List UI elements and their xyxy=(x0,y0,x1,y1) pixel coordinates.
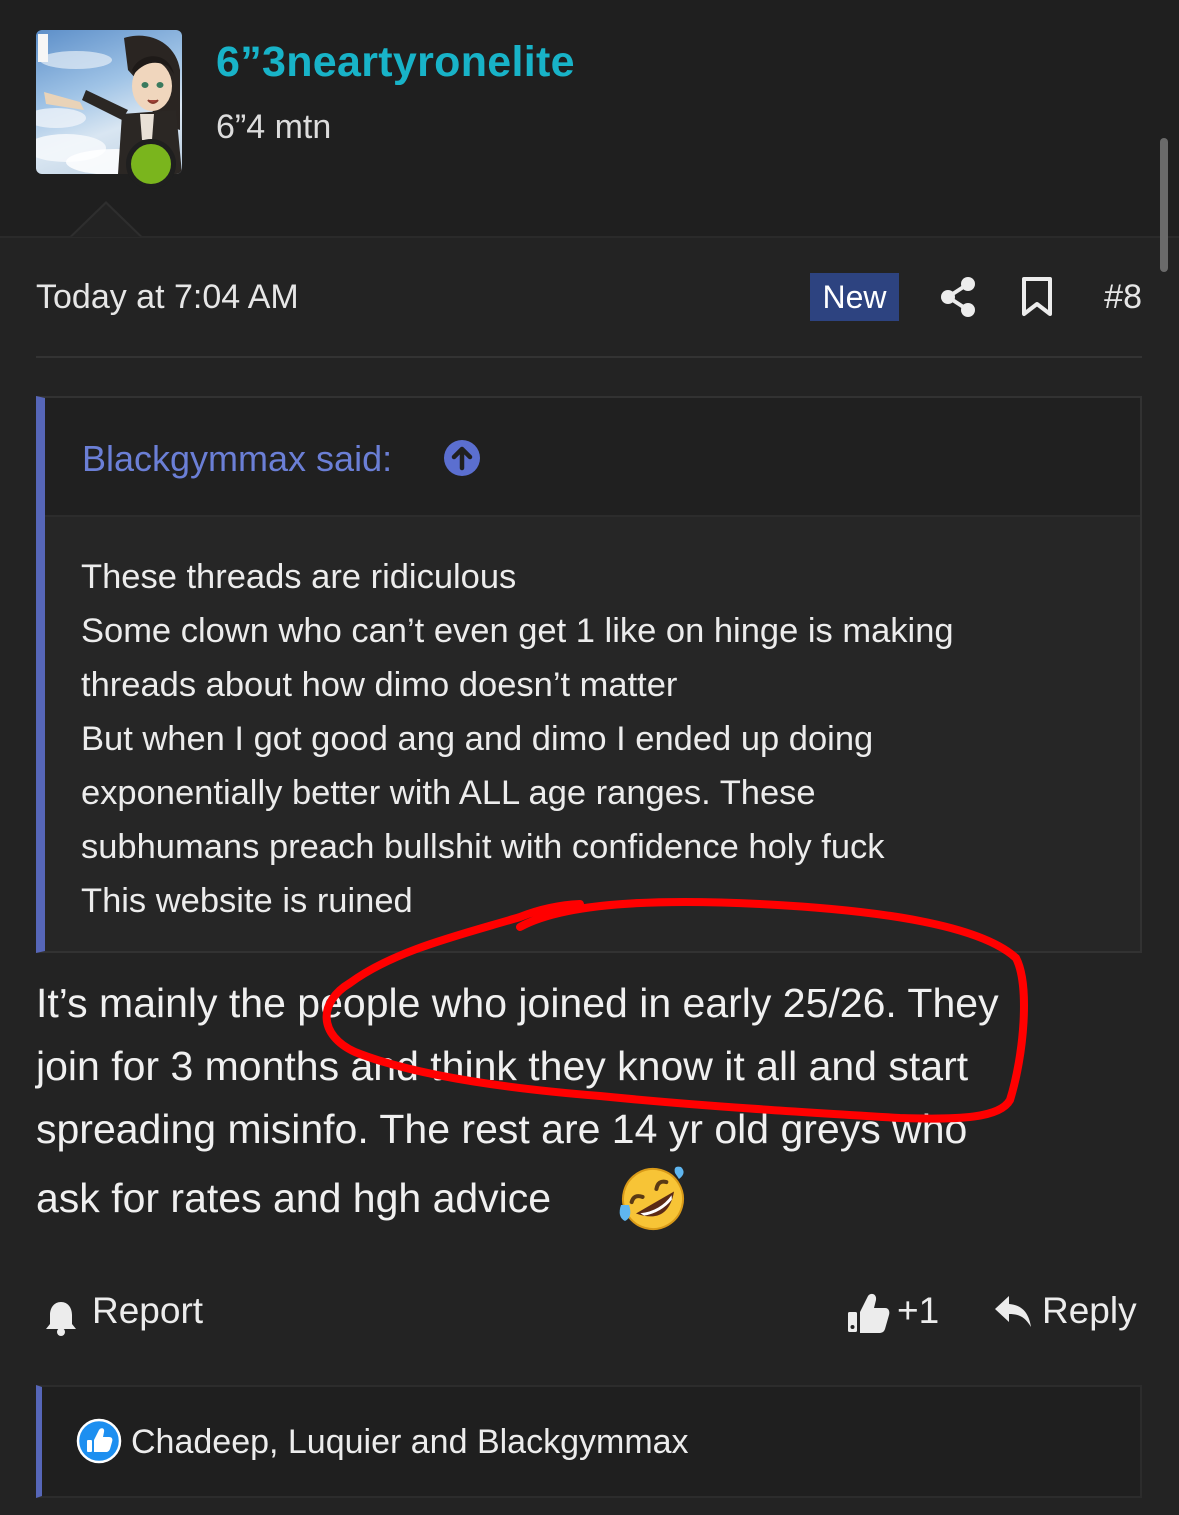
message-line: It’s mainly the people who joined in ear… xyxy=(36,980,999,1026)
post-date[interactable]: Today at 7:04 AM xyxy=(36,278,299,317)
quote-line: subhumans preach bullshit with confidenc… xyxy=(81,828,885,866)
online-status-indicator xyxy=(126,139,176,189)
like-count: +1 xyxy=(897,1290,940,1331)
message-line: spreading misinfo. The rest are 14 yr ol… xyxy=(36,1106,968,1152)
reaction-users[interactable]: Chadeep, Luquier and Blackgymmax xyxy=(131,1423,689,1462)
quote-line: Some clown who can’t even get 1 like on … xyxy=(81,612,954,650)
quote-header: Blackgymmax said: xyxy=(45,398,1140,517)
rofl-emoji xyxy=(617,1165,689,1238)
post-number-link[interactable]: #8 xyxy=(1104,278,1142,317)
post-username[interactable]: 6”3neartyronelite xyxy=(216,38,575,87)
arrow-up-circle-icon[interactable] xyxy=(443,439,481,482)
post-meta-row: Today at 7:04 AM New #8 xyxy=(36,270,1142,326)
quote-block: Blackgymmax said: These threads are ridi… xyxy=(36,396,1142,953)
header-notch xyxy=(72,204,140,237)
share-icon[interactable] xyxy=(938,275,978,324)
post-actions: Report +1 Reply xyxy=(36,1286,1142,1342)
reply-icon[interactable] xyxy=(993,1294,1033,1335)
bell-icon xyxy=(44,1300,78,1345)
bookmark-icon[interactable] xyxy=(1021,276,1053,323)
quote-line: But when I got good ang and dimo I ended… xyxy=(81,720,874,758)
thumbs-up-icon xyxy=(76,1418,122,1469)
quote-line: exponentially better with ALL age ranges… xyxy=(81,774,816,812)
new-badge: New xyxy=(810,273,899,321)
reply-button[interactable]: Reply xyxy=(1042,1290,1137,1332)
user-title: 6”4 mtn xyxy=(216,108,332,146)
quote-line: threads about how dimo doesn’t matter xyxy=(81,666,678,704)
meta-divider xyxy=(36,356,1142,358)
quote-author[interactable]: Blackgymmax said: xyxy=(82,438,392,480)
thumbs-up-icon[interactable] xyxy=(846,1292,890,1339)
report-label: Report xyxy=(92,1290,204,1331)
quote-line: These threads are ridiculous xyxy=(81,558,517,596)
message-line: join for 3 months and think they know it… xyxy=(36,1043,969,1089)
page-scrollbar[interactable] xyxy=(1160,138,1168,272)
reactions-bar[interactable]: Chadeep, Luquier and Blackgymmax xyxy=(36,1385,1142,1498)
quote-line: This website is ruined xyxy=(81,882,413,920)
quote-body: These threads are ridiculous Some clown … xyxy=(81,550,1121,928)
message-line: ask for rates and hgh advice xyxy=(36,1175,552,1221)
post-user-header: 6”3neartyronelite 6”4 mtn xyxy=(0,0,1179,238)
